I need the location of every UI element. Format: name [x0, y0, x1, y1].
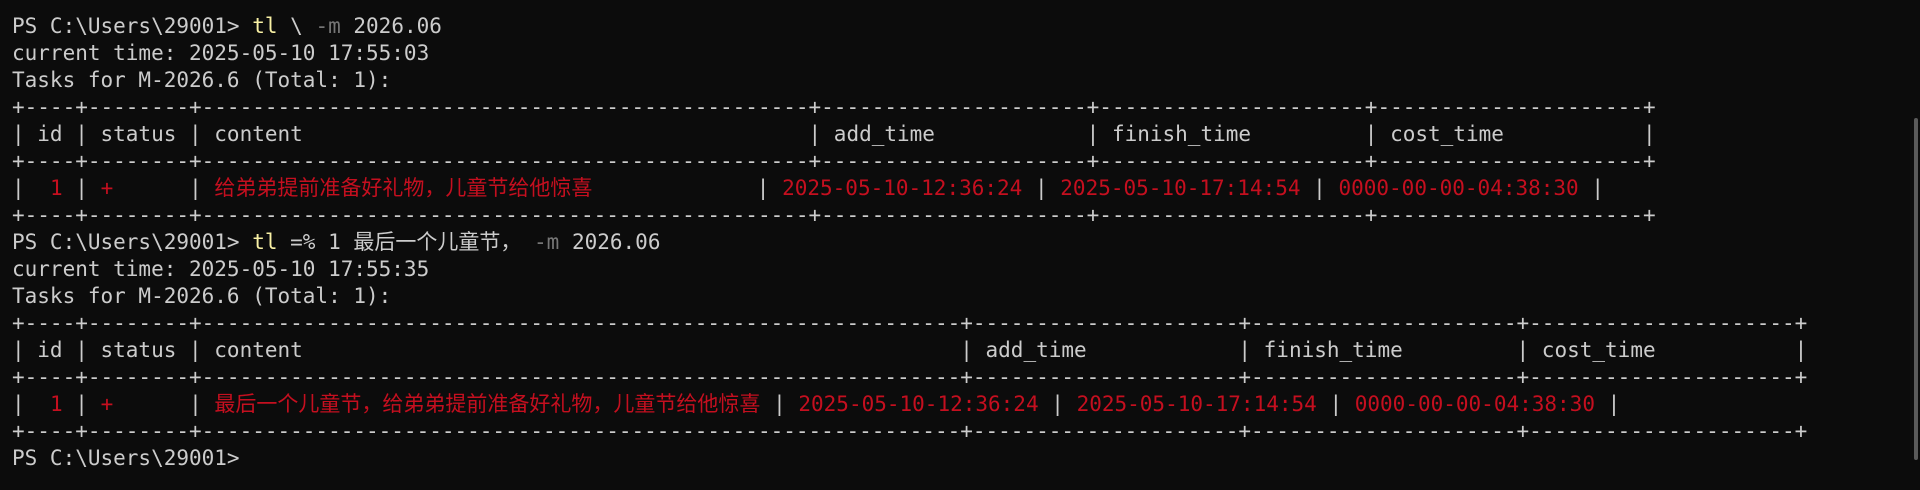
- table-border: +----+--------+-------------------------…: [12, 365, 1808, 389]
- prompt: PS C:\Users\29001>: [12, 14, 253, 38]
- terminal-output[interactable]: PS C:\Users\29001> tl \ -m 2026.06 curre…: [12, 13, 1900, 472]
- table-border: +----+--------+-------------------------…: [12, 203, 1656, 227]
- task-cost-time: 0000-00-00-04:38:30: [1354, 392, 1595, 416]
- command-line-1: PS C:\Users\29001> tl \ -m 2026.06: [12, 13, 1900, 40]
- task-id: 1: [49, 176, 63, 200]
- command-arg: 2026.06: [340, 14, 442, 38]
- scrollbar-thumb[interactable]: [1914, 118, 1918, 460]
- current-time-line: current time: 2025-05-10 17:55:03: [12, 41, 430, 65]
- task-content: 最后一个儿童节，给弟弟提前准备好礼物，儿童节给他惊喜: [214, 392, 761, 416]
- table-border: +----+--------+-------------------------…: [12, 311, 1808, 335]
- tasks-header-line: Tasks for M-2026.6 (Total: 1):: [12, 284, 392, 308]
- task-finish-time: 2025-05-10-17:14:54: [1060, 176, 1301, 200]
- prompt: PS C:\Users\29001>: [12, 446, 253, 470]
- task-add-time: 2025-05-10-12:36:24: [798, 392, 1039, 416]
- command-exe: tl: [252, 230, 278, 254]
- table-border: +----+--------+-------------------------…: [12, 149, 1656, 173]
- task-status: +: [100, 392, 114, 416]
- prompt: PS C:\Users\29001>: [12, 230, 253, 254]
- command-arg: 2026.06: [559, 230, 661, 254]
- command-param: -m: [534, 230, 560, 254]
- task-finish-time: 2025-05-10-17:14:54: [1076, 392, 1317, 416]
- command-arg: =% 1 最后一个儿童节，: [277, 230, 535, 254]
- current-time-line: current time: 2025-05-10 17:55:35: [12, 257, 430, 281]
- task-add-time: 2025-05-10-12:36:24: [782, 176, 1023, 200]
- table-row: | 1 | + | 最后一个儿童节，给弟弟提前准备好礼物，儿童节给他惊喜 | 2…: [12, 392, 1621, 416]
- task-id: 1: [49, 392, 63, 416]
- task-status: +: [100, 176, 114, 200]
- command-line-2: PS C:\Users\29001> tl =% 1 最后一个儿童节， -m 2…: [12, 229, 1900, 256]
- table-border: +----+--------+-------------------------…: [12, 95, 1656, 119]
- table-header-row: | id | status | content | add_time | fin…: [12, 338, 1808, 362]
- command-arg: \: [277, 14, 316, 38]
- task-content: 给弟弟提前准备好礼物，儿童节给他惊喜: [214, 176, 593, 200]
- table-row: | 1 | + | 给弟弟提前准备好礼物，儿童节给他惊喜 | 2025-05-1…: [12, 176, 1604, 200]
- command-exe: tl: [252, 14, 278, 38]
- scrollbar[interactable]: [1912, 0, 1920, 490]
- table-header-row: | id | status | content | add_time | fin…: [12, 122, 1656, 146]
- task-cost-time: 0000-00-00-04:38:30: [1338, 176, 1579, 200]
- active-prompt-line[interactable]: PS C:\Users\29001>: [12, 445, 1900, 472]
- table-border: +----+--------+-------------------------…: [12, 419, 1808, 443]
- tasks-header-line: Tasks for M-2026.6 (Total: 1):: [12, 68, 392, 92]
- command-param: -m: [315, 14, 341, 38]
